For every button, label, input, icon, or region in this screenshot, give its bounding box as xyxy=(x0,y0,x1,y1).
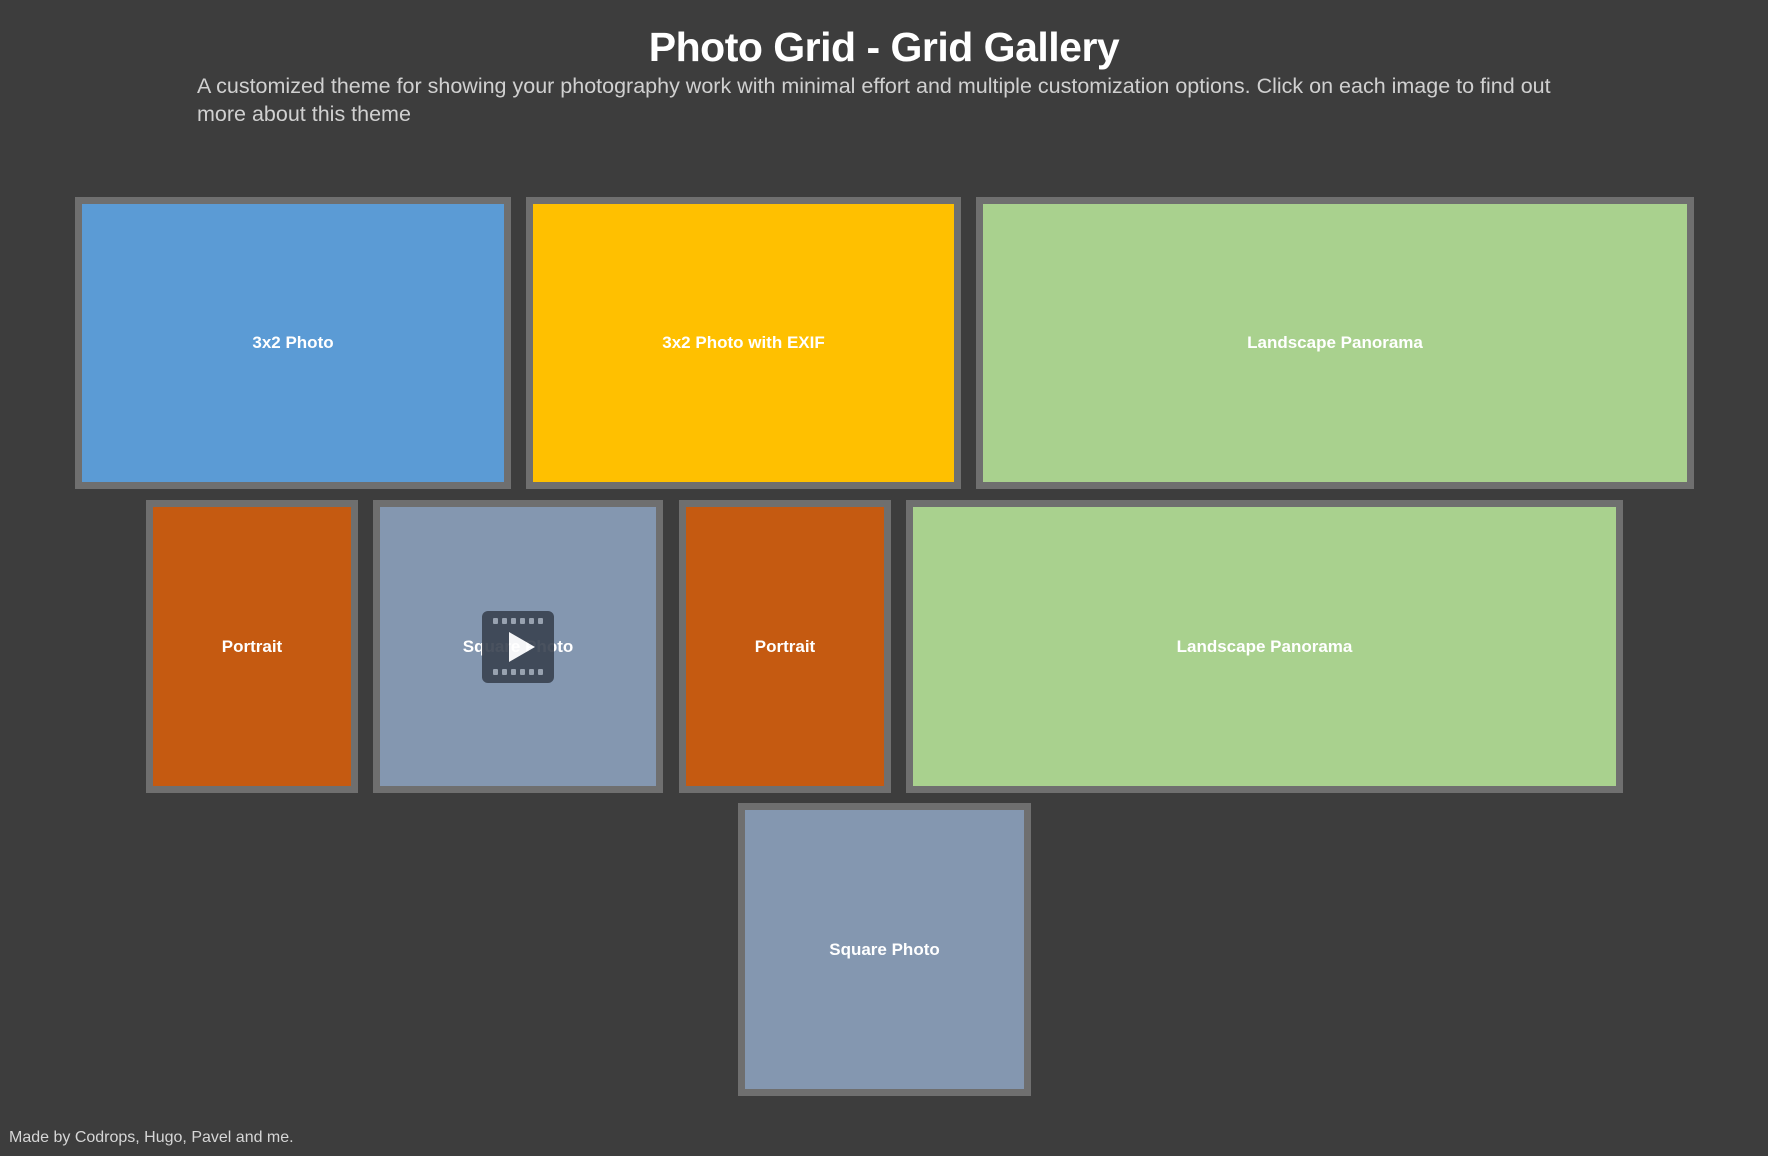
gallery-tile-3x2-photo-exif[interactable]: 3x2 Photo with EXIF xyxy=(526,197,961,489)
tile-label: Portrait xyxy=(221,636,283,656)
gallery-tile-portrait[interactable]: Portrait xyxy=(679,500,891,793)
gallery-tile-portrait[interactable]: Portrait xyxy=(146,500,358,793)
film-perforations xyxy=(493,617,543,625)
tile-label: Landscape Panorama xyxy=(1247,333,1423,352)
gallery-tile-3x2-photo[interactable]: 3x2 Photo xyxy=(75,197,511,489)
tile-label: Landscape Panorama xyxy=(1176,636,1353,656)
page: Photo Grid - Grid Gallery A customized t… xyxy=(0,0,1768,1156)
page-title: Photo Grid - Grid Gallery xyxy=(648,24,1120,70)
film-play-icon[interactable] xyxy=(482,610,554,683)
gallery-tile-landscape-panorama[interactable]: Landscape Panorama xyxy=(976,197,1694,489)
tile-label: Square Photo xyxy=(829,939,940,959)
page-subtitle: A customized theme for showing your phot… xyxy=(197,74,1551,126)
play-triangle-icon xyxy=(509,631,535,662)
tile-label: 3x2 Photo xyxy=(252,333,334,352)
footer-credit: Made by Codrops, Hugo, Pavel and me. xyxy=(9,1129,294,1146)
gallery-tile-square-photo[interactable]: Square Photo xyxy=(738,803,1031,1096)
tile-label: Portrait xyxy=(754,636,816,656)
gallery-tile-landscape-panorama[interactable]: Landscape Panorama xyxy=(906,500,1623,793)
film-perforations xyxy=(493,668,543,676)
gallery-tile-square-video[interactable]: Square Photo xyxy=(373,500,663,793)
tile-label: 3x2 Photo with EXIF xyxy=(662,333,825,352)
